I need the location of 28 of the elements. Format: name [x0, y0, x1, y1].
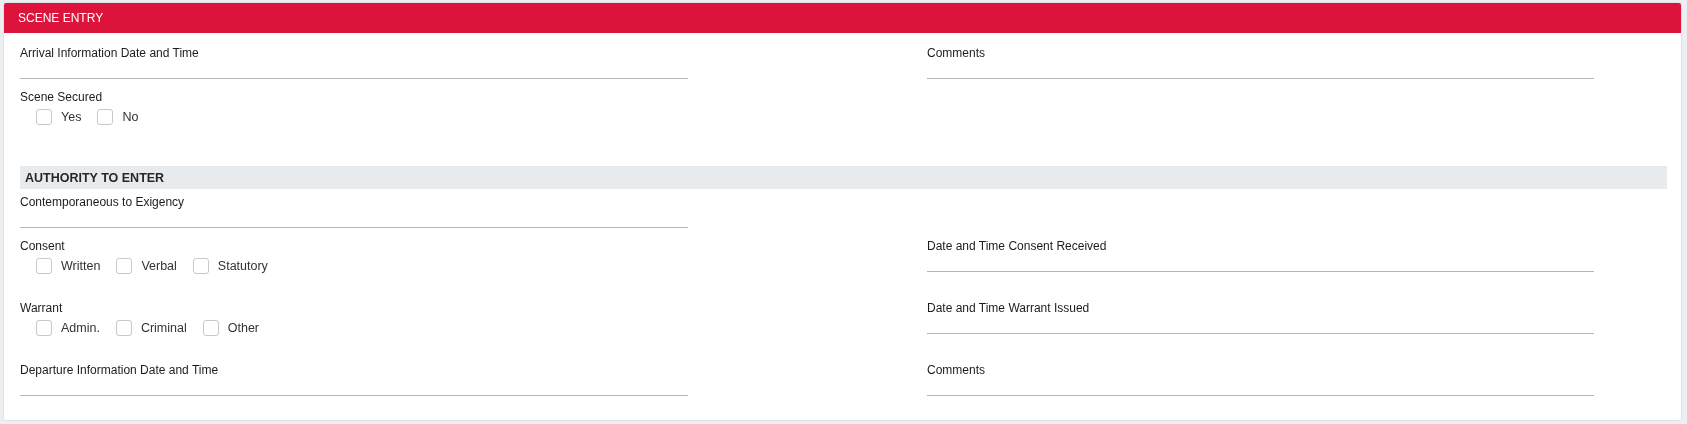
- field-label: Comments: [927, 45, 985, 61]
- section-title: AUTHORITY TO ENTER: [25, 170, 165, 185]
- group-label: Scene Secured: [20, 89, 103, 105]
- group-label: Consent: [20, 238, 65, 254]
- option-label: Verbal: [141, 259, 177, 273]
- field-label: Date and Time Warrant Issued: [927, 300, 1090, 316]
- checkbox[interactable]: [36, 320, 52, 336]
- option-label: No: [122, 110, 139, 124]
- checkbox[interactable]: [36, 109, 52, 125]
- panel-title: SCENE ENTRY: [18, 11, 104, 25]
- option-label: Criminal: [140, 321, 187, 335]
- checkbox[interactable]: [116, 258, 133, 274]
- option-label: Statutory: [217, 259, 268, 273]
- option-label: Admin.: [61, 321, 100, 335]
- checkbox[interactable]: [36, 258, 52, 274]
- checkbox[interactable]: [202, 320, 219, 336]
- group-label: Warrant: [20, 300, 63, 316]
- field-label: Contemporaneous to Exigency: [20, 194, 185, 210]
- checkbox[interactable]: [97, 109, 114, 125]
- option-label: Yes: [61, 110, 82, 124]
- checkbox[interactable]: [192, 258, 209, 274]
- option-label: Written: [61, 259, 101, 273]
- option-label: Other: [227, 321, 259, 335]
- field-label: Arrival Information Date and Time: [20, 45, 199, 61]
- field-label: Date and Time Consent Received: [927, 238, 1107, 254]
- field-label: Departure Information Date and Time: [20, 362, 219, 378]
- checkbox[interactable]: [115, 320, 132, 336]
- field-label: Comments: [927, 362, 985, 378]
